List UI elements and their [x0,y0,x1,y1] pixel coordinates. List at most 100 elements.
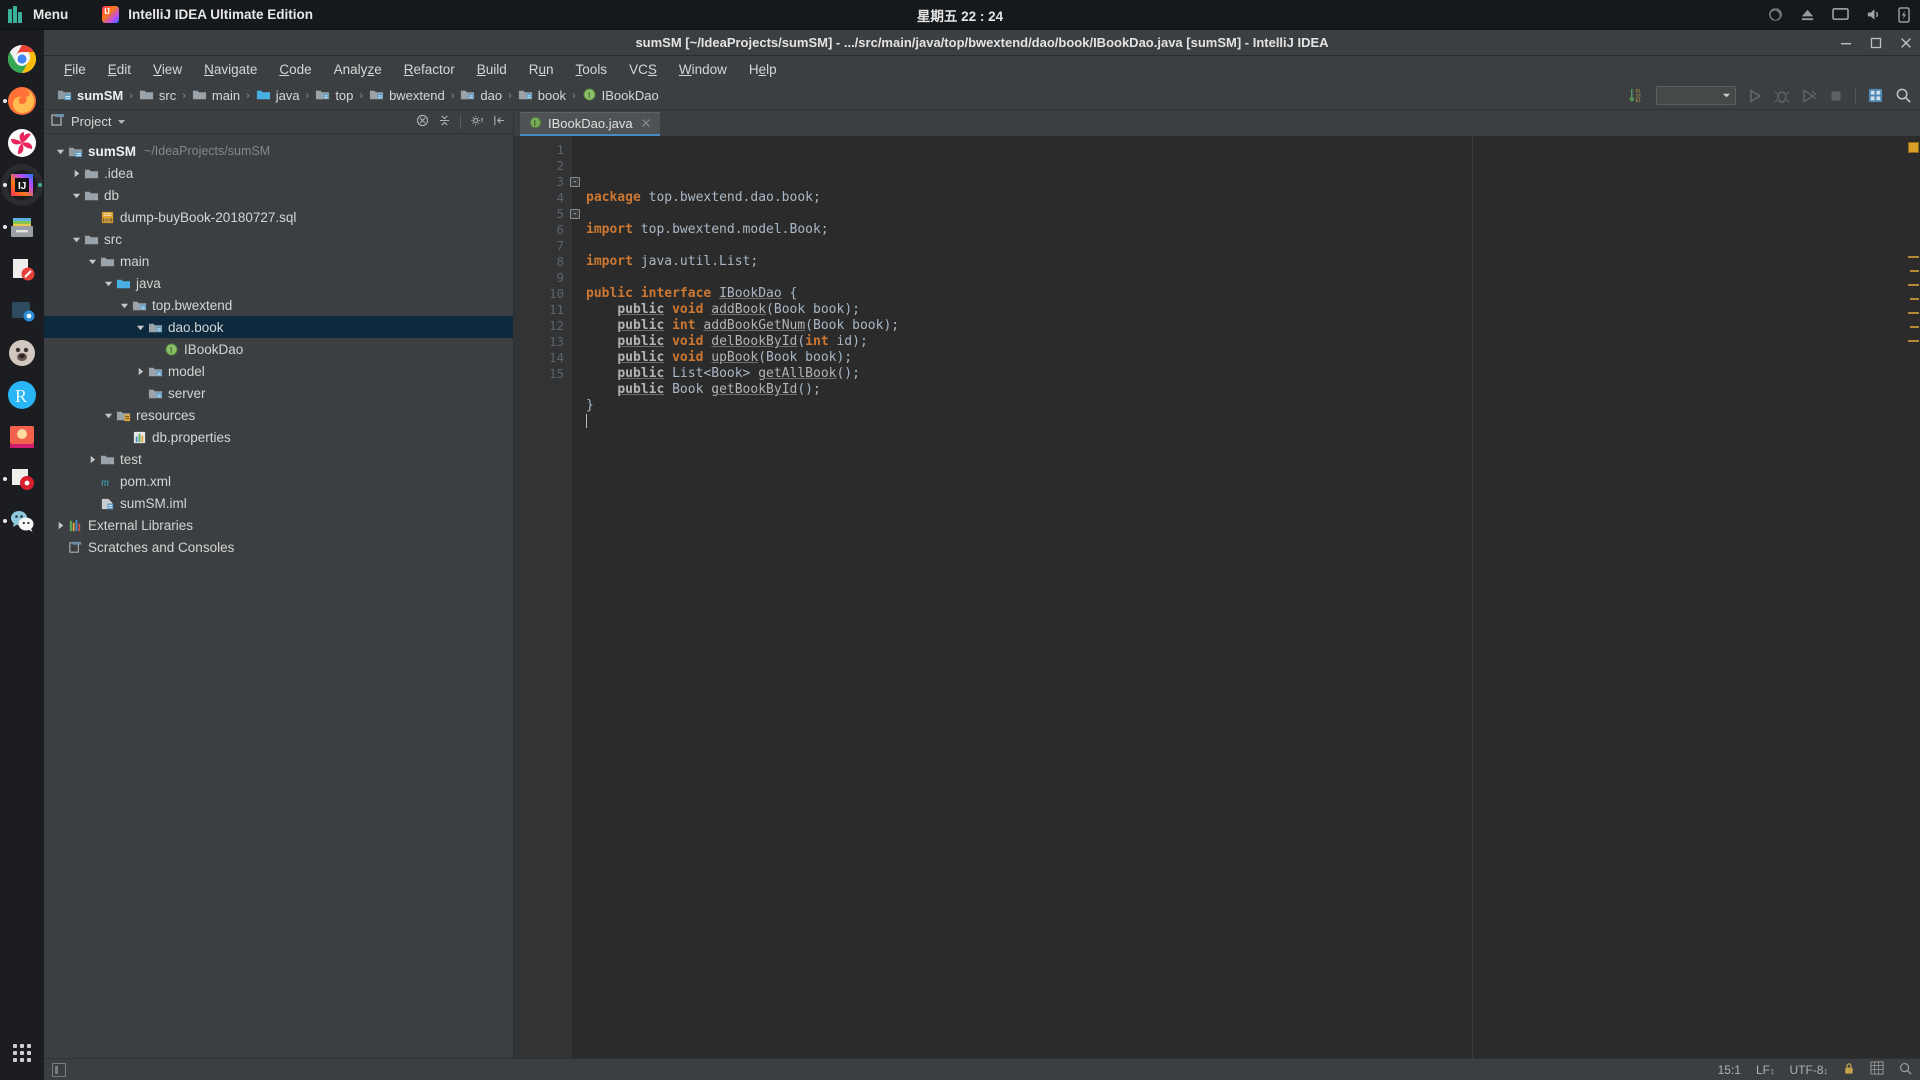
tree-node-dump-sql[interactable]: SQL dump-buyBook-20180727.sql [44,206,513,228]
menu-help[interactable]: Help [738,59,788,80]
menu-edit[interactable]: Edit [97,59,142,80]
breadcrumb-dao[interactable]: dao [455,85,507,107]
tree-node-main[interactable]: main [44,250,513,272]
breadcrumb-bwextend[interactable]: bwextend [364,85,450,107]
tree-node-db-properties[interactable]: db.properties [44,426,513,448]
breadcrumb-book[interactable]: book [513,85,571,107]
expand-all-icon[interactable] [438,114,451,130]
eject-icon[interactable] [1800,7,1815,22]
stop-button[interactable] [1828,88,1844,104]
minimize-button[interactable] [1838,35,1854,51]
project-panel-title[interactable]: Project [51,113,126,130]
compare-icon[interactable]: 01 10 01 [1628,87,1645,104]
marker-stripe-mark[interactable] [1908,284,1919,286]
lock-icon[interactable] [1843,1062,1855,1078]
menu-tools[interactable]: Tools [565,59,619,80]
marker-stripe-mark[interactable] [1910,270,1919,272]
chevron-down-icon[interactable] [134,323,147,332]
tree-node-external-libraries[interactable]: External Libraries [44,514,513,536]
chevron-down-icon[interactable] [102,411,115,420]
collapse-all-icon[interactable] [416,114,429,130]
code-editor[interactable]: 1 2 3-4 5-6 7 8 9 10 11 12 13 14 15 package top.bwex… [514,136,1920,1058]
tree-node-src[interactable]: src [44,228,513,250]
dock-item-chrome[interactable] [0,38,44,80]
marker-stripe-mark[interactable] [1908,256,1919,258]
tree-node-java[interactable]: java [44,272,513,294]
breadcrumb-java[interactable]: java [251,85,305,107]
chevron-down-icon[interactable] [70,235,83,244]
dock-item-firefox[interactable] [0,80,44,122]
tree-node-sumSM[interactable]: sumSM ~/IdeaProjects/sumSM [44,140,513,162]
dock-item-r-browser[interactable]: R [0,374,44,416]
chevron-down-icon[interactable] [102,279,115,288]
menu-analyze[interactable]: Analyze [323,59,393,80]
line-separator[interactable]: LF↕ [1756,1063,1775,1077]
dock-item-screenshot[interactable] [0,290,44,332]
menu-refactor[interactable]: Refactor [393,59,466,80]
tree-node-scratches[interactable]: Scratches and Consoles [44,536,513,558]
debug-button[interactable] [1774,88,1790,104]
marker-stripe-mark[interactable] [1908,312,1919,314]
marker-stripe-mark[interactable] [1910,326,1919,328]
project-tree[interactable]: sumSM ~/IdeaProjects/sumSM .idea db SQL dump-… [44,134,513,1058]
battery-icon[interactable] [1898,6,1910,23]
chevron-right-icon[interactable] [86,455,99,464]
tree-node-model[interactable]: model [44,360,513,382]
marker-stripe-mark[interactable] [1908,340,1919,342]
database-icon[interactable] [1867,87,1884,104]
maximize-button[interactable] [1868,35,1884,51]
search-icon[interactable] [1895,87,1912,104]
menu-navigate[interactable]: Navigate [193,59,268,80]
menu-window[interactable]: Window [668,59,738,80]
menu-build[interactable]: Build [466,59,518,80]
show-applications-button[interactable] [0,1036,44,1080]
breadcrumb-main[interactable]: main [187,85,245,107]
caret-position[interactable]: 15:1 [1718,1063,1741,1077]
search-status-icon[interactable] [1899,1062,1912,1078]
tree-node-test[interactable]: test [44,448,513,470]
tree-node-sumSM-iml[interactable]: sumSM.iml [44,492,513,514]
tree-node-resources[interactable]: resources [44,404,513,426]
tree-node-idea[interactable]: .idea [44,162,513,184]
run-button[interactable] [1747,88,1763,104]
dock-item-files[interactable] [0,206,44,248]
os-menu-button[interactable]: Menu [0,6,68,23]
chevron-right-icon[interactable] [134,367,147,376]
dock-item-media-player[interactable] [0,458,44,500]
inspections-icon[interactable] [1870,1061,1884,1078]
tree-node-IBookDao[interactable]: I IBookDao [44,338,513,360]
marker-stripe-mark[interactable] [1910,298,1919,300]
breadcrumb-top[interactable]: top [310,85,358,107]
close-button[interactable] [1898,35,1914,51]
marker-warning-box[interactable] [1908,142,1919,153]
dock-item-wechat[interactable] [0,500,44,542]
menu-run[interactable]: Run [518,59,565,80]
editor-marker-stripe[interactable] [1906,136,1920,1058]
breadcrumb-sumSM[interactable]: sumSM [52,85,128,107]
chevron-down-icon[interactable] [118,301,131,310]
tree-node-top-bwextend[interactable]: top.bwextend [44,294,513,316]
editor-gutter[interactable]: 1 2 3-4 5-6 7 8 9 10 11 12 13 14 15 [514,136,580,1058]
display-icon[interactable] [1832,7,1849,22]
chevron-down-icon[interactable] [54,147,67,156]
menu-view[interactable]: View [142,59,193,80]
chevron-right-icon[interactable] [54,521,67,530]
chevron-right-icon[interactable] [70,169,83,178]
volume-icon[interactable] [1866,7,1881,22]
dock-item-pinwheel[interactable] [0,122,44,164]
tree-node-pom-xml[interactable]: m pom.xml [44,470,513,492]
chevron-down-icon[interactable] [86,257,99,266]
chevron-down-icon[interactable] [70,191,83,200]
close-icon[interactable] [641,116,651,131]
breadcrumb-src[interactable]: src [134,85,181,107]
settings-gear-icon[interactable] [470,114,484,130]
dock-item-red-app[interactable] [0,416,44,458]
breadcrumb-IBookDao[interactable]: I IBookDao [577,85,664,107]
coverage-button[interactable] [1801,88,1817,104]
toggle-tool-windows-icon[interactable] [52,1062,66,1077]
menu-vcs[interactable]: VCS [618,59,668,80]
run-configuration-select[interactable] [1656,86,1736,105]
hide-panel-icon[interactable] [493,114,506,130]
taskbar-item-intellij[interactable]: IntelliJ IDEA Ultimate Edition [102,6,313,23]
tree-node-dao-book[interactable]: dao.book [44,316,513,338]
